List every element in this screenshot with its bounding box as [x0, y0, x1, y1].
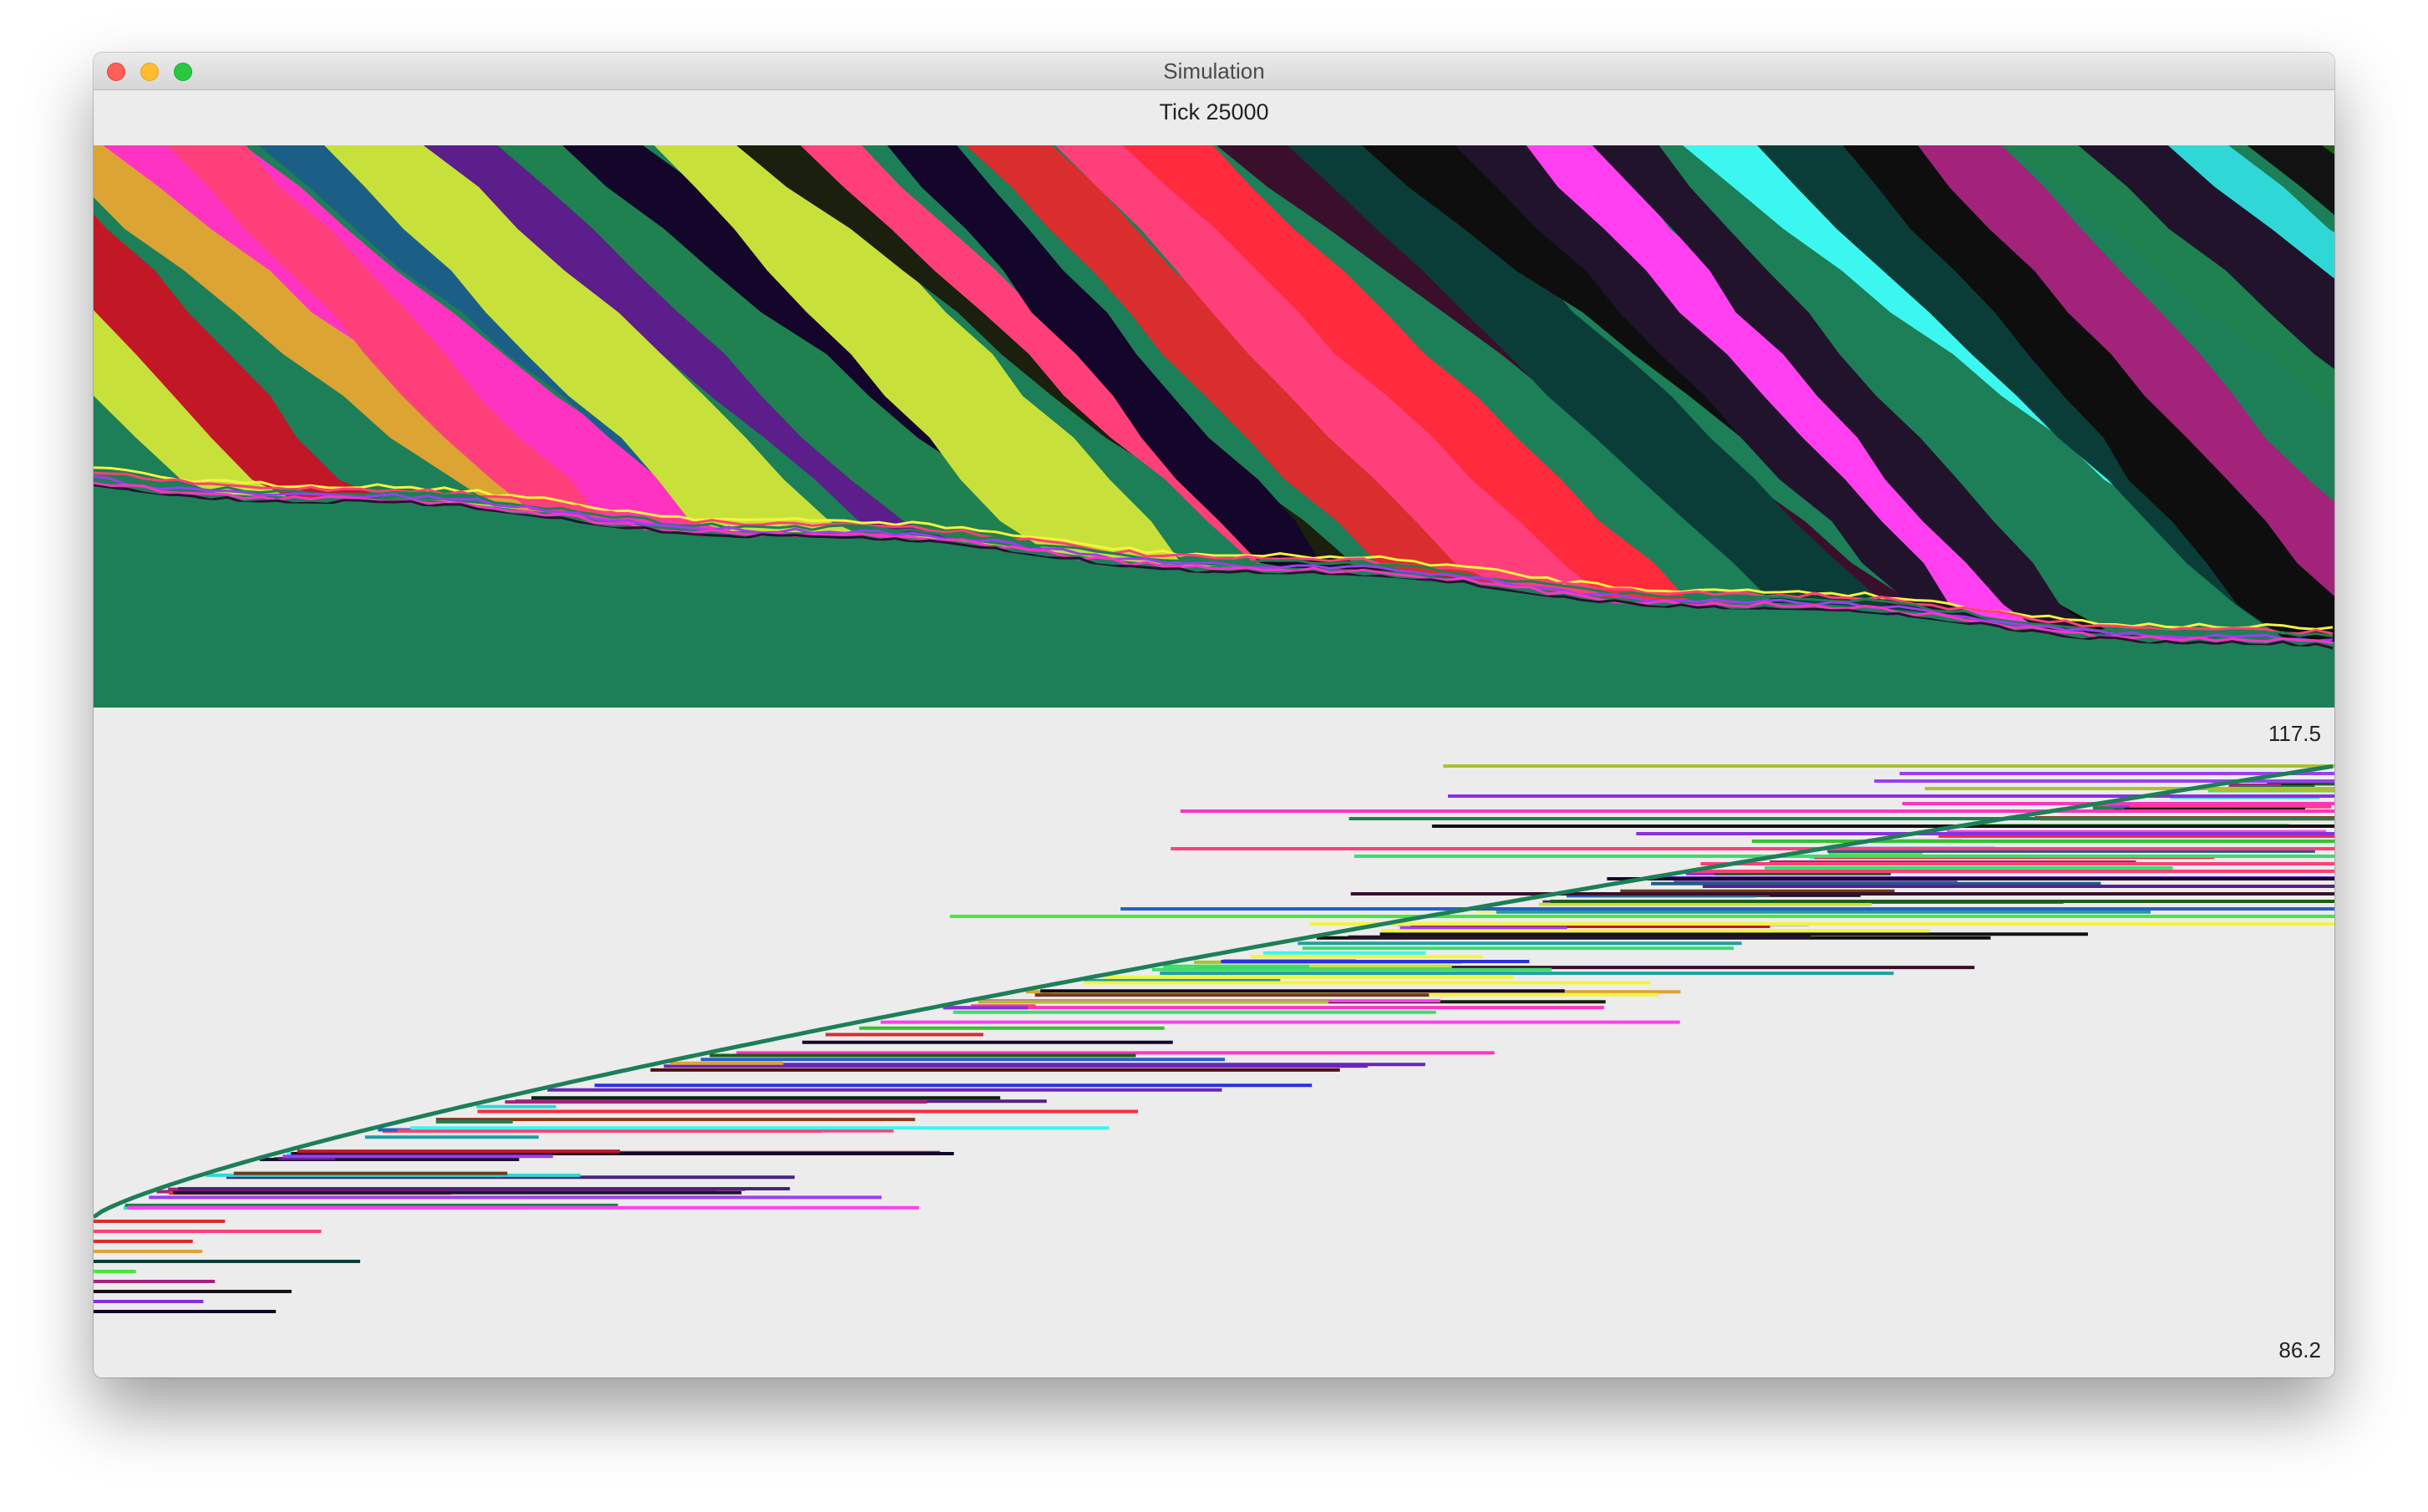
window-title: Simulation — [1163, 58, 1265, 84]
y-axis-min-label: 86.2 — [2278, 1337, 2321, 1362]
lineage-strata-plot — [94, 145, 2334, 708]
simulation-window: Simulation Tick 25000 117.5 86.2 — [94, 53, 2334, 1378]
y-axis-max-label: 117.5 — [2268, 721, 2321, 746]
title-bar: Simulation — [94, 53, 2334, 90]
fitness-lines-plot — [94, 764, 2334, 1313]
tick-counter: Tick 25000 — [1159, 99, 1269, 124]
